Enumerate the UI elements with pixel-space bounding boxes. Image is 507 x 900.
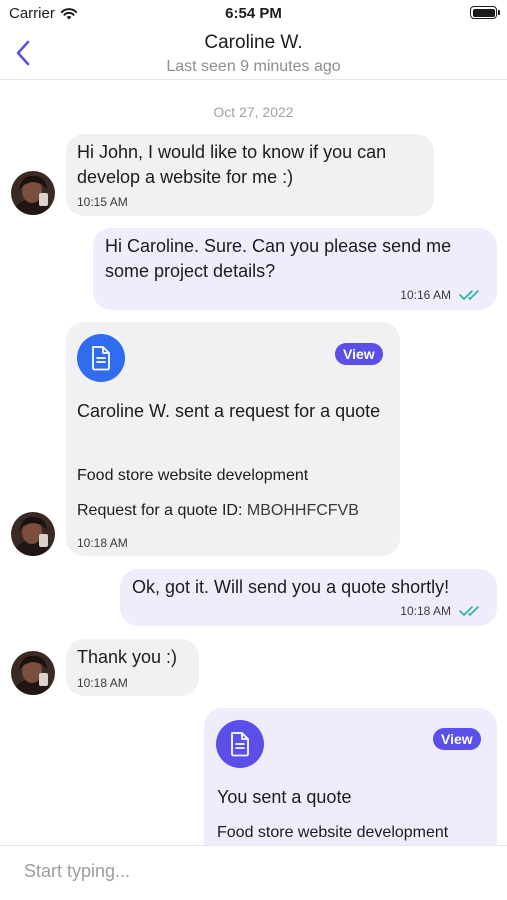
chat-header: Caroline W. Last seen 9 minutes ago <box>0 26 507 80</box>
card-subtitle: Food store website development <box>77 467 309 484</box>
document-icon <box>77 334 125 382</box>
date-separator: Oct 27, 2022 <box>213 104 294 120</box>
card-title: Caroline W. sent a request for a quote <box>77 401 381 421</box>
message-bubble-outgoing[interactable]: Ok, got it. Will send you a quote shortl… <box>120 569 497 626</box>
view-button[interactable]: View <box>335 343 383 365</box>
message-time: 10:18 AM <box>400 604 451 618</box>
avatar[interactable] <box>11 651 55 695</box>
message-time: 10:15 AM <box>77 195 128 209</box>
status-bar: Carrier 6:54 PM <box>0 0 507 26</box>
quote-id-value: MBOHHFCFVB <box>246 502 359 519</box>
message-text: Thank you :) <box>77 647 178 667</box>
card-title: You sent a quote <box>217 787 352 807</box>
message-time: 10:18 AM <box>77 536 128 550</box>
status-time: 6:54 PM <box>225 5 282 22</box>
message-bubble-incoming[interactable]: Hi John, I would like to know if you can… <box>66 134 434 216</box>
message-meta: 10:18 AM <box>400 604 485 618</box>
battery-icon <box>470 6 500 19</box>
message-input[interactable] <box>12 854 492 888</box>
message-time: 10:18 AM <box>77 676 128 690</box>
message-text: Hi John, I would like to know if you can… <box>77 142 387 187</box>
contact-name[interactable]: Caroline W. <box>0 32 507 54</box>
view-button[interactable]: View <box>433 728 481 750</box>
message-bubble-incoming[interactable]: Thank you :) 10:18 AM <box>66 639 199 696</box>
message-time: 10:16 AM <box>400 288 451 302</box>
quote-id-row: Request for a quote ID: MBOHHFCFVB <box>77 502 359 520</box>
last-seen-status: Last seen 9 minutes ago <box>166 58 341 75</box>
avatar[interactable] <box>11 171 55 215</box>
message-text: Hi Caroline. Sure. Can you please send m… <box>105 236 452 281</box>
avatar[interactable] <box>11 512 55 556</box>
message-composer <box>0 845 507 900</box>
double-check-icon <box>459 290 479 300</box>
quote-request-card[interactable]: View Caroline W. sent a request for a qu… <box>66 322 400 556</box>
message-bubble-outgoing[interactable]: Hi Caroline. Sure. Can you please send m… <box>93 228 497 310</box>
double-check-icon <box>459 606 479 616</box>
quote-id-label: Request for a quote ID: <box>77 502 243 519</box>
message-text: Ok, got it. Will send you a quote shortl… <box>132 577 450 597</box>
document-icon <box>216 720 264 768</box>
card-subtitle: Food store website development <box>217 824 449 841</box>
message-meta: 10:16 AM <box>400 288 485 302</box>
